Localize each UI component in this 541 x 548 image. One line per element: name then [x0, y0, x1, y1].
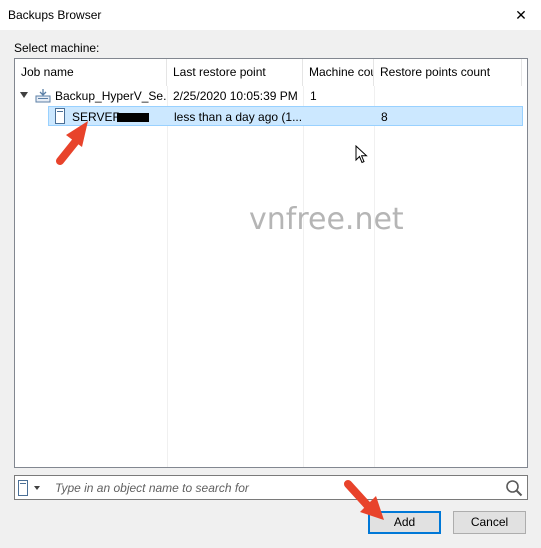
job-name-cell: Backup_HyperV_Se...: [55, 89, 167, 103]
column-divider: [167, 86, 168, 467]
table-row-backup-job[interactable]: Backup_HyperV_Se... 2/25/2020 10:05:39 P…: [15, 86, 527, 106]
select-machine-label: Select machine:: [14, 41, 100, 55]
column-header-restore-points-count[interactable]: Restore points count: [374, 59, 522, 86]
column-header-job-name[interactable]: Job name: [15, 59, 167, 86]
column-divider: [374, 86, 375, 467]
restore-points-count-cell: 8: [381, 110, 388, 124]
magnifier-icon[interactable]: [505, 479, 523, 497]
machine-count-cell: [307, 107, 375, 127]
mouse-cursor-icon: [355, 144, 369, 165]
grid-header: Job name Last restore point Machine cou …: [15, 59, 527, 86]
machine-count-cell: 1: [310, 89, 317, 103]
column-header-last-restore-point[interactable]: Last restore point: [167, 59, 303, 86]
column-divider: [303, 86, 304, 467]
search-input[interactable]: [55, 478, 495, 497]
add-button[interactable]: Add: [368, 511, 441, 534]
close-icon: ✕: [515, 6, 527, 23]
machines-grid[interactable]: Job name Last restore point Machine cou …: [14, 58, 528, 468]
server-icon: [53, 108, 67, 125]
last-restore-point-cell: 2/25/2020 10:05:39 PM: [173, 89, 298, 103]
collapse-triangle-icon[interactable]: [20, 92, 28, 98]
table-row-server[interactable]: SERVER- less than a day ago (1... 8: [48, 106, 523, 126]
restore-points-count-cell: [376, 86, 522, 106]
column-header-machine-count[interactable]: Machine cou: [303, 59, 374, 86]
server-icon: [17, 479, 29, 497]
backup-job-icon: [34, 87, 52, 105]
title-bar: Backups Browser ✕: [0, 0, 541, 30]
watermark: vnfree.net: [249, 202, 404, 237]
dialog-body: Select machine: Job name Last restore po…: [0, 30, 541, 548]
last-restore-point-cell: less than a day ago (1...: [174, 110, 303, 124]
redaction-mark: [117, 113, 149, 122]
close-button[interactable]: ✕: [501, 0, 541, 30]
window-title: Backups Browser: [8, 8, 102, 22]
cancel-button[interactable]: Cancel: [453, 511, 526, 534]
search-bar: [14, 475, 528, 500]
object-type-selector[interactable]: [17, 479, 45, 497]
chevron-down-icon: [34, 486, 40, 490]
